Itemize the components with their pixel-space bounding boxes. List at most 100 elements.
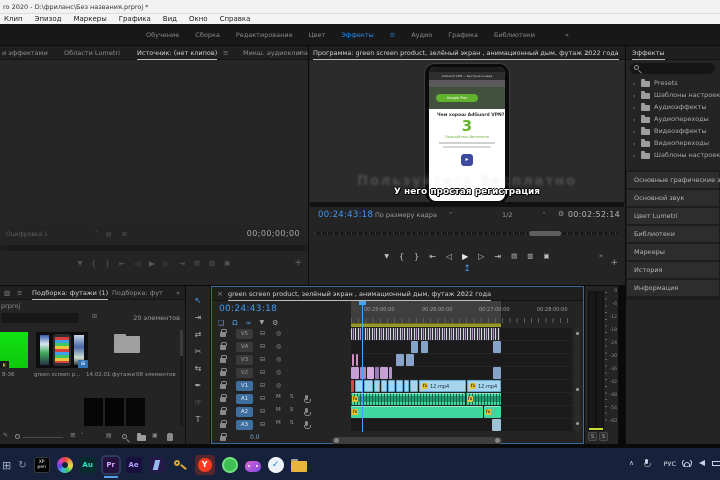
source-add-button-icon[interactable]: + <box>294 258 302 268</box>
mark-out-icon[interactable]: } <box>105 259 110 268</box>
track-badge[interactable]: V5 <box>236 329 253 339</box>
media-app-icon[interactable] <box>149 457 165 473</box>
item-label-folder[interactable]: футажи <box>112 372 135 378</box>
export-frame-icon[interactable]: ▣ <box>224 259 230 267</box>
master-gain[interactable]: 0.0 <box>250 434 260 441</box>
loop-app-icon[interactable]: ↻ <box>18 460 26 471</box>
clip[interactable] <box>404 380 409 392</box>
project-filter-icon[interactable]: ⊞ <box>92 314 97 320</box>
item-label-green[interactable]: 8-36 <box>2 372 14 378</box>
project-search-input[interactable] <box>1 313 79 323</box>
add-marker-icon[interactable]: ▼ <box>384 253 389 260</box>
tab-lumetri-scopes[interactable]: Области Lumetri <box>64 46 120 60</box>
tray-wifi-icon[interactable] <box>682 460 692 467</box>
color-wheel-app-icon[interactable] <box>57 457 73 473</box>
workspace-color[interactable]: Цвет <box>309 31 326 39</box>
readonly-icon[interactable]: ✎ <box>3 433 8 439</box>
tab-essential-sound[interactable]: Основной звук <box>627 190 719 206</box>
menu-clip[interactable]: Клип <box>4 15 23 23</box>
workspace-effects-active[interactable]: Эффекты <box>341 31 374 39</box>
tab-source-monitor[interactable]: Источник: (нет клипов) <box>137 46 217 60</box>
program-add-button-icon[interactable]: + <box>610 258 618 268</box>
program-settings-icon[interactable]: ⚙ <box>558 210 564 218</box>
clip[interactable] <box>367 367 374 379</box>
tab-markers[interactable]: Маркеры <box>627 244 719 260</box>
mic-icon[interactable] <box>305 421 308 426</box>
pen-tool-icon[interactable]: ✒ <box>186 381 210 390</box>
bin-folder-icon[interactable] <box>114 336 140 353</box>
workspace-overflow-icon[interactable]: » <box>565 31 569 39</box>
play-icon[interactable]: ▶ <box>149 259 155 268</box>
lock-icon[interactable] <box>220 371 226 376</box>
clip[interactable] <box>492 419 501 431</box>
mute-button[interactable]: M <box>276 408 281 414</box>
track-badge[interactable]: A2 <box>236 407 253 417</box>
clip-12mp4[interactable]: fx 12.mp4 <box>419 380 466 392</box>
source-clip-dropdown[interactable]: Оцифровка 1 ˅ <box>6 229 98 241</box>
tab-bin-footage-1[interactable]: Подборка: футажи (1) <box>32 286 108 300</box>
audio-clip[interactable]: fx <box>351 406 483 418</box>
timeline-ruler[interactable]: 00:25:00:00 00:26:00:00 00:27:00:00 00:2… <box>351 301 574 323</box>
sync-lock-icon[interactable]: ⊟ <box>260 370 265 376</box>
lock-icon[interactable] <box>220 358 226 363</box>
xppen-app-icon[interactable]: XP pen <box>34 457 50 473</box>
eye-icon[interactable]: ◎ <box>276 357 281 363</box>
thumbnail-phone-clip[interactable]: ⊞ <box>36 332 88 368</box>
solo-button[interactable]: S <box>290 408 294 414</box>
hand-tool-icon[interactable]: ☞ <box>186 398 210 407</box>
clip[interactable] <box>374 380 380 392</box>
effects-search-input[interactable] <box>630 63 715 74</box>
tray-chevron-icon[interactable]: ∧ <box>629 459 634 467</box>
tray-language[interactable]: РУС <box>664 460 676 468</box>
clip[interactable] <box>375 367 379 379</box>
track-lane[interactable] <box>351 367 572 379</box>
tab-info[interactable]: Информация <box>627 280 719 296</box>
new-bin-icon[interactable] <box>137 435 146 441</box>
gamepad-app-icon[interactable] <box>245 461 261 472</box>
audio-clip[interactable]: fx <box>466 393 501 405</box>
clip[interactable] <box>364 380 373 392</box>
tab-history[interactable]: История <box>627 262 719 278</box>
slip-tool-icon[interactable]: ⇆ <box>186 364 210 373</box>
lock-icon[interactable] <box>220 410 226 415</box>
keys-app-icon[interactable] <box>172 457 188 473</box>
thumbnail-zoom-slider[interactable] <box>23 437 63 438</box>
lock-icon[interactable] <box>220 436 226 441</box>
clip[interactable] <box>388 380 395 392</box>
track-badge[interactable]: A3 <box>236 420 253 430</box>
project-panel-menu-icon[interactable]: ≡ <box>17 286 22 300</box>
workspace-learning[interactable]: Обучение <box>146 31 179 39</box>
nest-icon[interactable]: ❑ <box>218 319 224 327</box>
solo-button[interactable]: S <box>290 421 294 427</box>
sync-lock-icon[interactable]: ⊟ <box>260 396 265 402</box>
clip[interactable] <box>351 380 354 392</box>
tray-battery-icon[interactable] <box>712 461 720 466</box>
add-marker-icon[interactable]: ▼ <box>259 319 264 327</box>
program-zoom-bar[interactable] <box>529 231 561 236</box>
program-timecode[interactable]: 00:24:43:18 <box>318 210 373 220</box>
eye-icon[interactable]: ◎ <box>276 370 281 376</box>
work-area-bar[interactable] <box>351 323 501 327</box>
track-select-tool-icon[interactable]: ⇥ <box>186 313 210 322</box>
snap-icon[interactable]: Ω <box>232 319 237 327</box>
effects-folder-presets[interactable]: Presets <box>654 80 678 87</box>
menu-view[interactable]: Вид <box>163 15 177 23</box>
clip[interactable] <box>493 341 501 353</box>
ripple-edit-tool-icon[interactable]: ⇄ <box>186 330 210 339</box>
insert-icon[interactable]: ▤ <box>194 259 200 267</box>
menu-markers[interactable]: Маркеры <box>73 15 106 23</box>
clip[interactable] <box>351 328 500 340</box>
workspace-menu-icon[interactable]: ≡ <box>390 31 395 39</box>
resolution-dropdown[interactable]: 1/2 ˅ <box>502 211 546 219</box>
audio-clip[interactable]: fx <box>484 406 501 418</box>
selection-tool-icon[interactable]: ↖ <box>186 296 210 305</box>
track-lane[interactable] <box>351 328 572 340</box>
go-to-out-icon[interactable]: ⇥ <box>494 252 501 261</box>
source-inout-icon[interactable]: ⊞ <box>122 232 127 238</box>
source-panel-menu-icon[interactable]: ≡ <box>223 46 228 60</box>
mark-in-icon[interactable]: { <box>91 259 96 268</box>
sync-lock-icon[interactable]: ⊟ <box>260 422 265 428</box>
tab-effect-controls[interactable]: и эффектами <box>2 46 48 60</box>
zoom-out-handle[interactable] <box>15 434 20 439</box>
tray-volume-icon[interactable] <box>699 460 705 466</box>
